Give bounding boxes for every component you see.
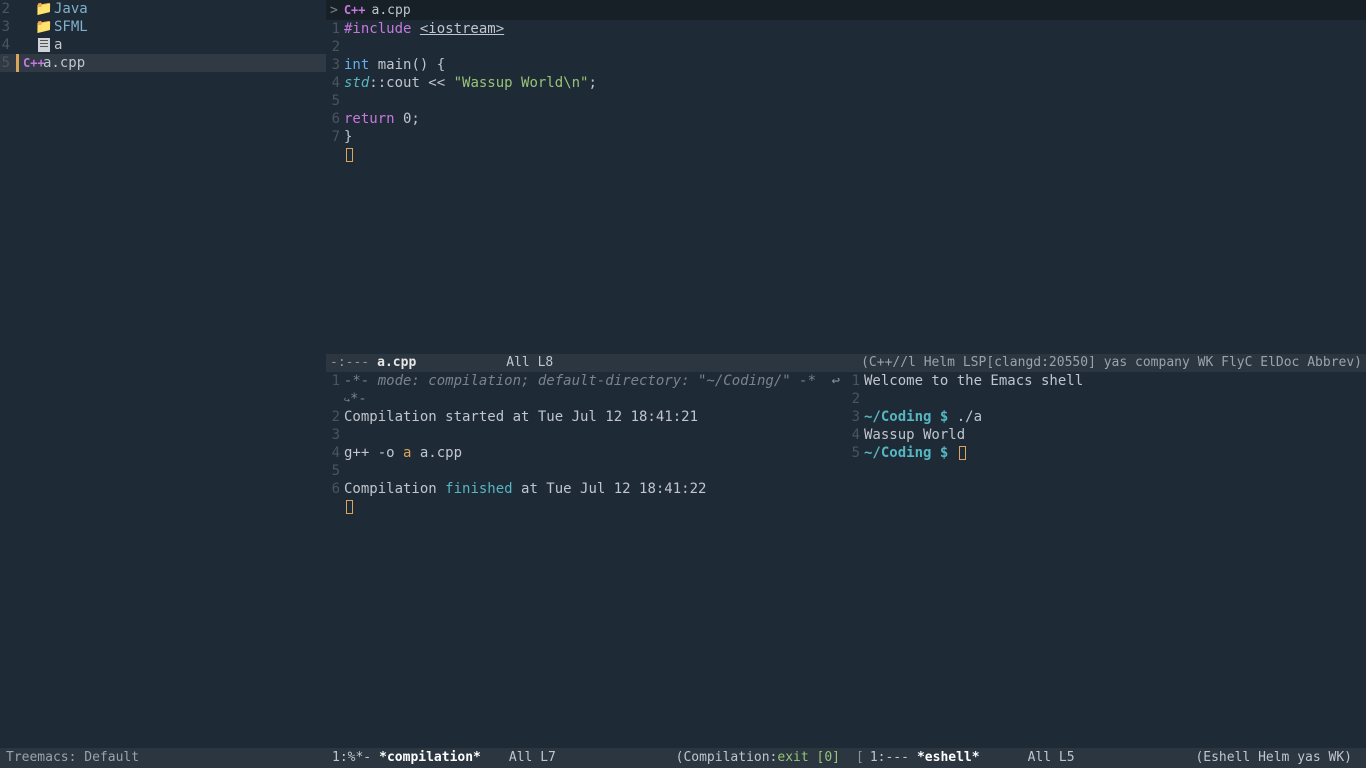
eshell-line: ~/Coding $ ./a [864,408,1366,426]
line-gutter: 1 2 3 4 5 [846,372,864,728]
eshell-line: Wassup World [864,426,1366,444]
code-line [344,38,1366,56]
modeline-position: All L8 [506,354,553,372]
compilation-line: g++ -o a a.cpp [344,444,846,462]
line-gutter: 1 2 3 4 5 6 7 [326,20,344,354]
code-line: std::cout << "Wassup World\n"; [344,74,1366,92]
compilation-content: -*- mode: compilation; default-directory… [344,372,846,728]
bottom-modeline: Treemacs: Default 1:%*- *compilation* Al… [0,748,1366,768]
modeline-treemacs: Treemacs: Default [0,748,326,768]
editor-pane[interactable]: 1 2 3 4 5 6 7 #include <iostream> int ma… [326,20,1366,354]
modeline-position: All L7 [509,748,556,768]
lower-split: 1 2 3 4 5 6 -*- mode: compilation; defau… [326,372,1366,728]
eshell-pane[interactable]: 1 2 3 4 5 Welcome to the Emacs shell ~/C… [846,372,1366,728]
code-line [344,92,1366,110]
modeline-status: 1:--- [870,748,909,768]
tree-label: SFML [54,18,88,36]
cpp-icon: C++ [23,54,43,72]
modeline-compilation: 1:%*- *compilation* All L7 (Compilation:… [326,748,846,768]
code-line: #include <iostream> [344,20,1366,38]
modeline-position: All L5 [1028,748,1075,768]
modeline-modes: (C++//l Helm LSP[clangd:20550] yas compa… [861,354,1362,372]
tree-item-sfml[interactable]: 3 📁 SFML [0,18,326,36]
compilation-line: -*- mode: compilation; default-directory… [344,372,846,390]
compilation-line [344,462,846,480]
folder-icon: 📁 [34,0,54,18]
cpp-icon: C++ [344,3,366,17]
tab-angle-icon: > [330,3,338,18]
eshell-line [864,390,1366,408]
compilation-line: Compilation finished at Tue Jul 12 18:41… [344,480,846,498]
modeline-eshell: [ 1:--- *eshell* All L5 (Eshell Helm yas… [846,748,1366,768]
modeline-modes: (Eshell Helm yas WK) [1195,748,1352,768]
modeline-status: 1:%*- [332,748,371,768]
cursor-icon [346,500,353,514]
selection-bar [16,54,19,72]
compilation-line [344,426,846,444]
modeline-modes: (Compilation:exit [0] [676,748,840,768]
wrap-glyph-icon: ↩ [832,372,840,390]
tree-item-a-cpp[interactable]: 5 C++ a.cpp [0,54,326,72]
treemacs-sidebar[interactable]: 2 📁 Java 3 📁 SFML 4 a 5 C++ a.cpp [0,0,326,728]
eshell-content[interactable]: Welcome to the Emacs shell ~/Coding $ ./… [864,372,1366,728]
compilation-pane[interactable]: 1 2 3 4 5 6 -*- mode: compilation; defau… [326,372,846,728]
tree-item-java[interactable]: 2 📁 Java [0,0,326,18]
code-content[interactable]: #include <iostream> int main() { std::co… [344,20,1366,354]
tree-item-a[interactable]: 4 a [0,36,326,54]
eshell-line: Welcome to the Emacs shell [864,372,1366,390]
code-line: return 0; [344,110,1366,128]
modeline-buffer-name: *eshell* [917,748,980,768]
tree-label: Java [54,0,88,18]
tab-bar[interactable]: > C++ a.cpp [326,0,1366,20]
compilation-line: Compilation started at Tue Jul 12 18:41:… [344,408,846,426]
modeline-buffer-name: a.cpp [377,354,416,372]
compilation-line: ↪*- [344,390,846,408]
code-line: } [344,128,1366,146]
folder-icon: 📁 [34,18,54,36]
modeline-editor: -:--- a.cpp All L8 (C++//l Helm LSP[clan… [326,354,1366,372]
code-line: int main() { [344,56,1366,74]
tree-label: a.cpp [43,54,85,72]
cursor-icon [959,446,966,460]
tab-name[interactable]: a.cpp [372,3,411,18]
tree-label: a [54,36,62,54]
cursor-icon [346,148,353,162]
eshell-line: ~/Coding $ [864,444,1366,462]
modeline-buffer-name: *compilation* [379,748,481,768]
modeline-status: -:--- [330,354,369,372]
file-icon [38,38,50,52]
main-area: > C++ a.cpp 1 2 3 4 5 6 7 #include <iost… [326,0,1366,728]
line-gutter: 1 2 3 4 5 6 [326,372,344,728]
